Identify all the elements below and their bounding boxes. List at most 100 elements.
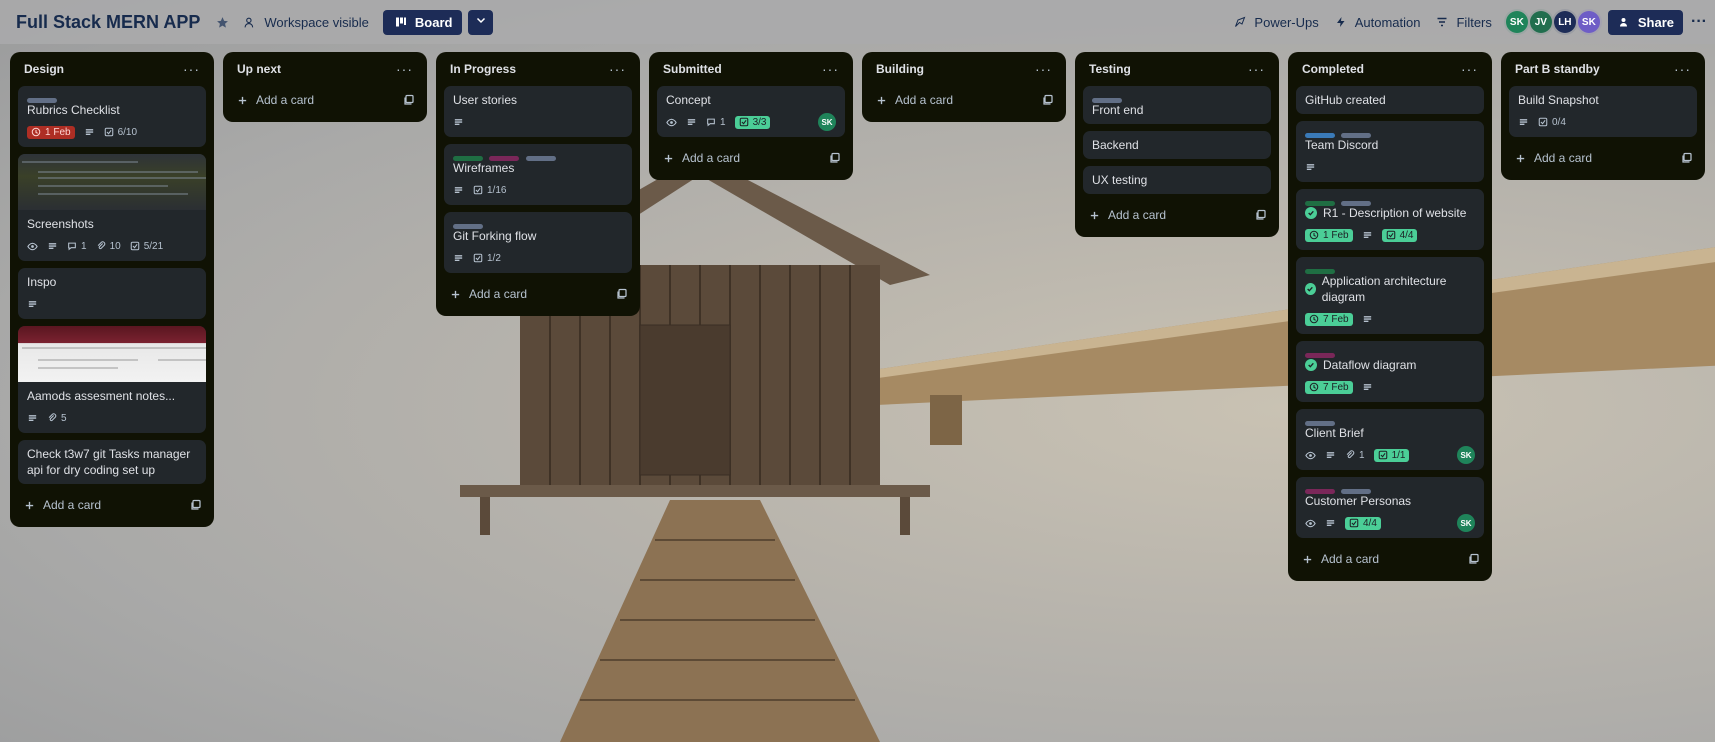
template-icon[interactable] xyxy=(829,152,841,164)
list-menu-icon[interactable]: ··· xyxy=(1674,62,1691,76)
list-title[interactable]: Part B standby xyxy=(1515,62,1600,76)
list-title[interactable]: Up next xyxy=(237,62,281,76)
list-header[interactable]: Submitted ··· xyxy=(657,52,845,86)
list-title[interactable]: In Progress xyxy=(450,62,516,76)
card-title: Wireframes xyxy=(453,161,515,175)
template-icon[interactable] xyxy=(616,288,628,300)
list-menu-icon[interactable]: ··· xyxy=(396,62,413,76)
star-icon[interactable] xyxy=(214,14,230,30)
template-icon[interactable] xyxy=(1681,152,1693,164)
workspace-visible-button[interactable]: Workspace visible xyxy=(242,14,369,30)
due-date-badge[interactable]: 7 Feb xyxy=(1305,380,1353,394)
add-card-button[interactable]: Add a card xyxy=(450,287,527,301)
avatar[interactable]: SK xyxy=(1575,9,1602,35)
list-header[interactable]: Completed ··· xyxy=(1296,52,1484,86)
add-card-button[interactable]: Add a card xyxy=(1302,552,1379,566)
description-icon xyxy=(1325,518,1336,529)
board-title[interactable]: Full Stack MERN APP xyxy=(16,12,200,33)
comments-badge: 1 xyxy=(706,117,726,128)
member-avatar[interactable]: SK xyxy=(1457,446,1475,464)
board-menu-icon[interactable]: ··· xyxy=(1691,13,1707,31)
list-completed: Completed ··· GitHub created Team Discor… xyxy=(1288,52,1492,581)
list-menu-icon[interactable]: ··· xyxy=(1248,62,1265,76)
description-icon xyxy=(47,241,58,252)
due-date-badge[interactable]: 1 Feb xyxy=(1305,228,1353,242)
card-inspo[interactable]: Inspo xyxy=(18,268,206,319)
paperclip-icon xyxy=(96,241,106,251)
comment-count: 1 xyxy=(81,240,87,252)
card-user-stories[interactable]: User stories xyxy=(444,86,632,137)
filters-button[interactable]: Filters xyxy=(1434,14,1492,30)
avatar[interactable]: JV xyxy=(1527,9,1554,35)
add-card-button[interactable]: Add a card xyxy=(663,151,740,165)
list-header[interactable]: In Progress ··· xyxy=(444,52,632,86)
plus-icon xyxy=(1302,554,1313,565)
template-icon[interactable] xyxy=(1042,94,1054,106)
list-header[interactable]: Design ··· xyxy=(18,52,206,86)
card-application-architecture[interactable]: Application architecture diagram 7 Feb xyxy=(1296,257,1484,334)
template-icon[interactable] xyxy=(1468,553,1480,565)
list-title[interactable]: Submitted xyxy=(663,62,722,76)
list-menu-icon[interactable]: ··· xyxy=(1461,62,1478,76)
card-concept[interactable]: Concept 1 3/3 SK xyxy=(657,86,845,137)
list-header[interactable]: Part B standby ··· xyxy=(1509,52,1697,86)
add-card-row: Add a card xyxy=(657,144,845,172)
list-title[interactable]: Testing xyxy=(1089,62,1131,76)
list-header[interactable]: Testing ··· xyxy=(1083,52,1271,86)
template-icon[interactable] xyxy=(1255,209,1267,221)
checklist-count: 5/21 xyxy=(143,240,164,252)
add-card-button[interactable]: Add a card xyxy=(1089,208,1166,222)
card-client-brief[interactable]: Client Brief 1 1/1 SK xyxy=(1296,409,1484,470)
list-title[interactable]: Building xyxy=(876,62,924,76)
list-title[interactable]: Design xyxy=(24,62,64,76)
add-card-row: Add a card xyxy=(1083,201,1271,229)
add-card-button[interactable]: Add a card xyxy=(237,93,314,107)
card-check-t3w7[interactable]: Check t3w7 git Tasks manager api for dry… xyxy=(18,440,206,484)
add-card-button[interactable]: Add a card xyxy=(24,498,101,512)
add-card-button[interactable]: Add a card xyxy=(876,93,953,107)
card-front-end[interactable]: Front end xyxy=(1083,86,1271,124)
card-rubrics-checklist[interactable]: Rubrics Checklist 1 Feb 6/10 xyxy=(18,86,206,147)
description-icon xyxy=(27,413,38,424)
card-ux-testing[interactable]: UX testing xyxy=(1083,166,1271,194)
description-icon xyxy=(686,117,697,128)
member-avatar[interactable]: SK xyxy=(818,113,836,131)
checklist-badge: 3/3 xyxy=(734,115,771,129)
card-github-created[interactable]: GitHub created xyxy=(1296,86,1484,114)
list-header[interactable]: Building ··· xyxy=(870,52,1058,86)
list-menu-icon[interactable]: ··· xyxy=(183,62,200,76)
due-date-badge[interactable]: 7 Feb xyxy=(1305,312,1353,326)
complete-check-icon[interactable] xyxy=(1305,207,1317,219)
avatar[interactable]: SK xyxy=(1503,9,1530,35)
card-customer-personas[interactable]: Customer Personas 4/4 SK xyxy=(1296,477,1484,538)
list-menu-icon[interactable]: ··· xyxy=(822,62,839,76)
view-switcher-button[interactable] xyxy=(468,9,494,35)
card-aamods-notes[interactable]: Aamods assesment notes... 5 xyxy=(18,326,206,433)
automation-button[interactable]: Automation xyxy=(1333,14,1420,30)
template-icon[interactable] xyxy=(403,94,415,106)
card-backend[interactable]: Backend xyxy=(1083,131,1271,159)
card-wireframes[interactable]: Wireframes 1/16 xyxy=(444,144,632,205)
list-menu-icon[interactable]: ··· xyxy=(1035,62,1052,76)
template-icon[interactable] xyxy=(190,499,202,511)
board-view-button[interactable]: Board xyxy=(382,9,463,35)
card-team-discord[interactable]: Team Discord xyxy=(1296,121,1484,182)
list-header[interactable]: Up next ··· xyxy=(231,52,419,86)
power-ups-button[interactable]: Power-Ups xyxy=(1232,14,1319,30)
card-build-snapshot[interactable]: Build Snapshot 0/4 xyxy=(1509,86,1697,137)
complete-check-icon[interactable] xyxy=(1305,359,1317,371)
card-r1-description[interactable]: R1 - Description of website 1 Feb 4/4 xyxy=(1296,189,1484,250)
member-avatar[interactable]: SK xyxy=(1457,514,1475,532)
complete-check-icon[interactable] xyxy=(1305,283,1316,295)
card-screenshots[interactable]: Screenshots 1 10 5/21 xyxy=(18,154,206,261)
list-submitted: Submitted ··· Concept 1 3/3 SK Add a car… xyxy=(649,52,853,180)
add-card-button[interactable]: Add a card xyxy=(1515,151,1592,165)
card-dataflow-diagram[interactable]: Dataflow diagram 7 Feb xyxy=(1296,341,1484,402)
due-date-badge[interactable]: 1 Feb xyxy=(27,125,75,139)
avatar[interactable]: LH xyxy=(1551,9,1578,35)
card-title: UX testing xyxy=(1092,173,1148,187)
list-title[interactable]: Completed xyxy=(1302,62,1364,76)
share-button[interactable]: Share xyxy=(1607,9,1684,35)
list-menu-icon[interactable]: ··· xyxy=(609,62,626,76)
card-git-forking-flow[interactable]: Git Forking flow 1/2 xyxy=(444,212,632,273)
